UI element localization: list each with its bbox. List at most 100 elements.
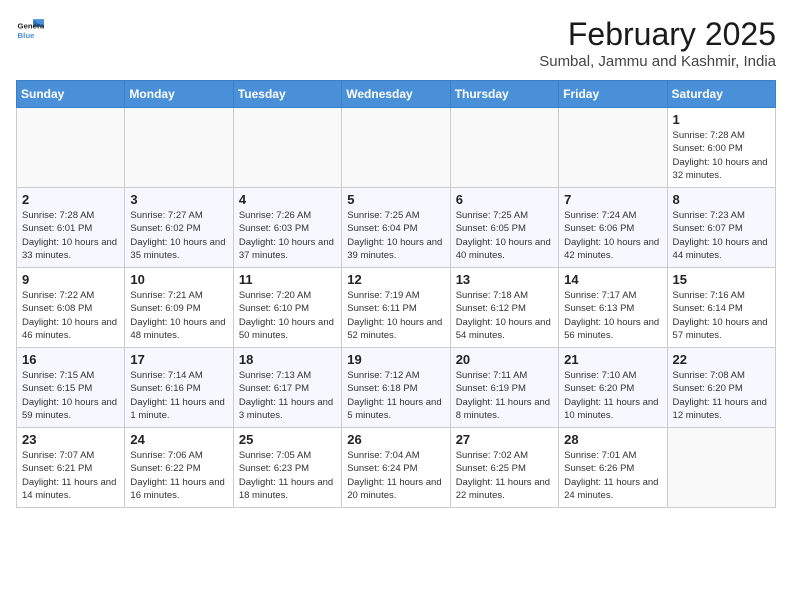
day-number: 25 (239, 432, 336, 447)
calendar-cell: 4 Sunrise: 7:26 AM Sunset: 6:03 PM Daylig… (233, 188, 341, 268)
day-number: 14 (564, 272, 661, 287)
calendar-cell: 17 Sunrise: 7:14 AM Sunset: 6:16 PM Dayli… (125, 348, 233, 428)
logo: General Blue (16, 16, 44, 44)
weekday-header: Tuesday (233, 81, 341, 108)
day-info: Sunrise: 7:21 AM Sunset: 6:09 PM Dayligh… (130, 289, 227, 342)
day-info: Sunrise: 7:14 AM Sunset: 6:16 PM Dayligh… (130, 369, 227, 422)
calendar-cell (667, 428, 775, 508)
day-number: 11 (239, 272, 336, 287)
day-number: 2 (22, 192, 119, 207)
page-header: General Blue February 2025 Sumbal, Jammu… (16, 16, 776, 70)
day-number: 1 (673, 112, 770, 127)
day-info: Sunrise: 7:26 AM Sunset: 6:03 PM Dayligh… (239, 209, 336, 262)
day-info: Sunrise: 7:22 AM Sunset: 6:08 PM Dayligh… (22, 289, 119, 342)
month-title: February 2025 (539, 16, 776, 53)
day-info: Sunrise: 7:24 AM Sunset: 6:06 PM Dayligh… (564, 209, 661, 262)
day-number: 24 (130, 432, 227, 447)
calendar-week-row: 9 Sunrise: 7:22 AM Sunset: 6:08 PM Daylig… (17, 268, 776, 348)
calendar-week-row: 2 Sunrise: 7:28 AM Sunset: 6:01 PM Daylig… (17, 188, 776, 268)
svg-text:Blue: Blue (18, 31, 36, 40)
day-info: Sunrise: 7:01 AM Sunset: 6:26 PM Dayligh… (564, 449, 661, 502)
calendar-cell (342, 108, 450, 188)
day-info: Sunrise: 7:11 AM Sunset: 6:19 PM Dayligh… (456, 369, 553, 422)
day-number: 17 (130, 352, 227, 367)
day-info: Sunrise: 7:16 AM Sunset: 6:14 PM Dayligh… (673, 289, 770, 342)
calendar-cell (450, 108, 558, 188)
calendar-week-row: 1 Sunrise: 7:28 AM Sunset: 6:00 PM Daylig… (17, 108, 776, 188)
day-number: 28 (564, 432, 661, 447)
calendar-cell: 3 Sunrise: 7:27 AM Sunset: 6:02 PM Daylig… (125, 188, 233, 268)
title-block: February 2025 Sumbal, Jammu and Kashmir,… (539, 16, 776, 70)
day-number: 3 (130, 192, 227, 207)
day-number: 18 (239, 352, 336, 367)
day-info: Sunrise: 7:25 AM Sunset: 6:04 PM Dayligh… (347, 209, 444, 262)
calendar-week-row: 23 Sunrise: 7:07 AM Sunset: 6:21 PM Dayli… (17, 428, 776, 508)
calendar-cell (17, 108, 125, 188)
day-number: 19 (347, 352, 444, 367)
calendar-cell: 20 Sunrise: 7:11 AM Sunset: 6:19 PM Dayli… (450, 348, 558, 428)
day-number: 22 (673, 352, 770, 367)
day-info: Sunrise: 7:20 AM Sunset: 6:10 PM Dayligh… (239, 289, 336, 342)
calendar-cell: 23 Sunrise: 7:07 AM Sunset: 6:21 PM Dayli… (17, 428, 125, 508)
day-info: Sunrise: 7:10 AM Sunset: 6:20 PM Dayligh… (564, 369, 661, 422)
weekday-header: Wednesday (342, 81, 450, 108)
day-info: Sunrise: 7:15 AM Sunset: 6:15 PM Dayligh… (22, 369, 119, 422)
day-info: Sunrise: 7:06 AM Sunset: 6:22 PM Dayligh… (130, 449, 227, 502)
calendar-cell: 28 Sunrise: 7:01 AM Sunset: 6:26 PM Dayli… (559, 428, 667, 508)
day-number: 27 (456, 432, 553, 447)
weekday-header-row: SundayMondayTuesdayWednesdayThursdayFrid… (17, 81, 776, 108)
weekday-header: Thursday (450, 81, 558, 108)
calendar-cell: 25 Sunrise: 7:05 AM Sunset: 6:23 PM Dayli… (233, 428, 341, 508)
day-info: Sunrise: 7:18 AM Sunset: 6:12 PM Dayligh… (456, 289, 553, 342)
calendar-cell: 9 Sunrise: 7:22 AM Sunset: 6:08 PM Daylig… (17, 268, 125, 348)
day-number: 4 (239, 192, 336, 207)
weekday-header: Saturday (667, 81, 775, 108)
day-number: 23 (22, 432, 119, 447)
weekday-header: Friday (559, 81, 667, 108)
day-info: Sunrise: 7:05 AM Sunset: 6:23 PM Dayligh… (239, 449, 336, 502)
day-info: Sunrise: 7:12 AM Sunset: 6:18 PM Dayligh… (347, 369, 444, 422)
calendar-cell: 27 Sunrise: 7:02 AM Sunset: 6:25 PM Dayli… (450, 428, 558, 508)
day-info: Sunrise: 7:23 AM Sunset: 6:07 PM Dayligh… (673, 209, 770, 262)
weekday-header: Sunday (17, 81, 125, 108)
day-number: 20 (456, 352, 553, 367)
day-number: 8 (673, 192, 770, 207)
calendar-cell (125, 108, 233, 188)
calendar-cell: 22Sunrise: 7:08 AM Sunset: 6:20 PM Dayli… (667, 348, 775, 428)
day-number: 7 (564, 192, 661, 207)
day-info: Sunrise: 7:28 AM Sunset: 6:00 PM Dayligh… (673, 129, 770, 182)
day-info: Sunrise: 7:04 AM Sunset: 6:24 PM Dayligh… (347, 449, 444, 502)
calendar-cell: 16 Sunrise: 7:15 AM Sunset: 6:15 PM Dayli… (17, 348, 125, 428)
day-info: Sunrise: 7:07 AM Sunset: 6:21 PM Dayligh… (22, 449, 119, 502)
calendar-cell: 26 Sunrise: 7:04 AM Sunset: 6:24 PM Dayli… (342, 428, 450, 508)
day-info: Sunrise: 7:02 AM Sunset: 6:25 PM Dayligh… (456, 449, 553, 502)
calendar-cell: 15Sunrise: 7:16 AM Sunset: 6:14 PM Dayli… (667, 268, 775, 348)
calendar-cell: 18Sunrise: 7:13 AM Sunset: 6:17 PM Dayli… (233, 348, 341, 428)
calendar-cell: 13 Sunrise: 7:18 AM Sunset: 6:12 PM Dayli… (450, 268, 558, 348)
calendar-cell: 11 Sunrise: 7:20 AM Sunset: 6:10 PM Dayli… (233, 268, 341, 348)
calendar-cell: 12Sunrise: 7:19 AM Sunset: 6:11 PM Dayli… (342, 268, 450, 348)
calendar-cell: 14Sunrise: 7:17 AM Sunset: 6:13 PM Dayli… (559, 268, 667, 348)
day-number: 26 (347, 432, 444, 447)
day-number: 5 (347, 192, 444, 207)
day-info: Sunrise: 7:28 AM Sunset: 6:01 PM Dayligh… (22, 209, 119, 262)
day-number: 9 (22, 272, 119, 287)
day-number: 16 (22, 352, 119, 367)
logo-icon: General Blue (16, 16, 44, 44)
calendar-week-row: 16 Sunrise: 7:15 AM Sunset: 6:15 PM Dayli… (17, 348, 776, 428)
day-number: 10 (130, 272, 227, 287)
day-info: Sunrise: 7:27 AM Sunset: 6:02 PM Dayligh… (130, 209, 227, 262)
calendar-cell: 10 Sunrise: 7:21 AM Sunset: 6:09 PM Dayli… (125, 268, 233, 348)
calendar-cell: 21Sunrise: 7:10 AM Sunset: 6:20 PM Dayli… (559, 348, 667, 428)
day-info: Sunrise: 7:19 AM Sunset: 6:11 PM Dayligh… (347, 289, 444, 342)
calendar-cell: 7 Sunrise: 7:24 AM Sunset: 6:06 PM Daylig… (559, 188, 667, 268)
calendar-cell: 6 Sunrise: 7:25 AM Sunset: 6:05 PM Daylig… (450, 188, 558, 268)
day-number: 6 (456, 192, 553, 207)
calendar-cell: 5 Sunrise: 7:25 AM Sunset: 6:04 PM Daylig… (342, 188, 450, 268)
location-subtitle: Sumbal, Jammu and Kashmir, India (539, 53, 776, 70)
calendar-cell: 19 Sunrise: 7:12 AM Sunset: 6:18 PM Dayli… (342, 348, 450, 428)
calendar-cell: 1 Sunrise: 7:28 AM Sunset: 6:00 PM Daylig… (667, 108, 775, 188)
calendar-cell (233, 108, 341, 188)
day-info: Sunrise: 7:25 AM Sunset: 6:05 PM Dayligh… (456, 209, 553, 262)
day-number: 13 (456, 272, 553, 287)
